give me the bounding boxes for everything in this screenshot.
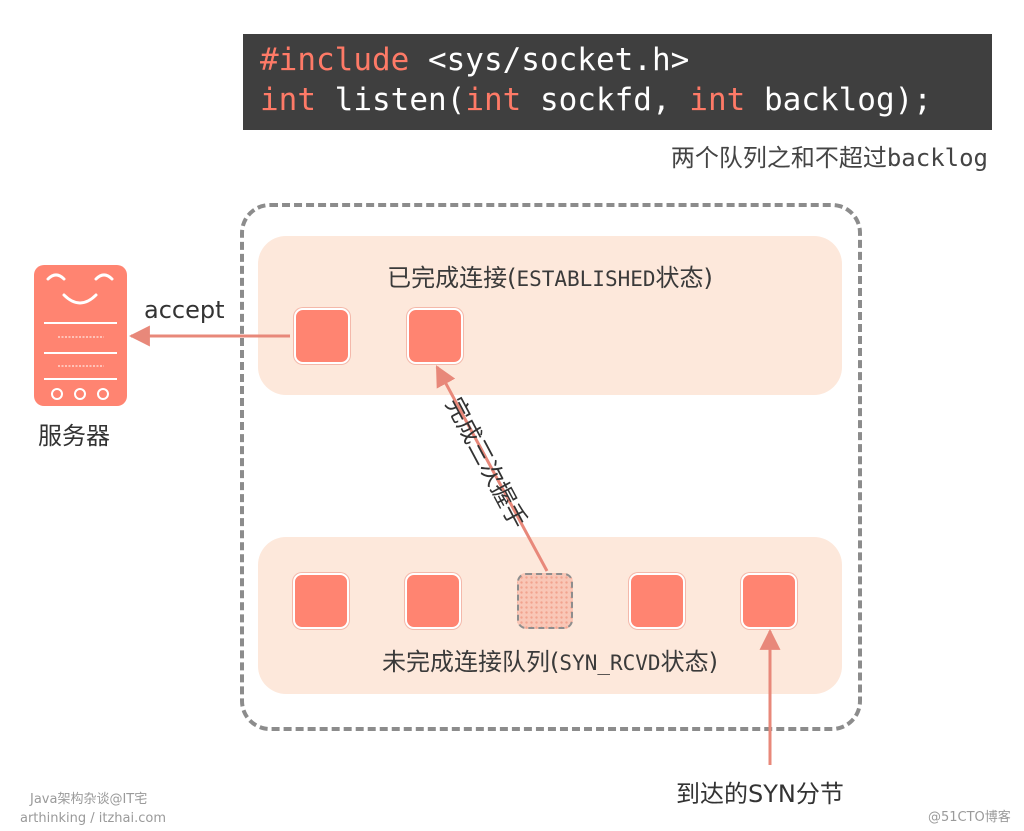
arrows-layer (128, 325, 781, 765)
accept-label: accept (144, 296, 225, 324)
watermark-corner: @51CTO博客 (928, 810, 1011, 825)
watermark-text: arthinking / itzhai.com (20, 811, 167, 826)
syn-arrival-label: 到达的SYN分节 (676, 780, 844, 808)
watermark-text: Java架构杂谈@IT宅 (30, 792, 148, 807)
